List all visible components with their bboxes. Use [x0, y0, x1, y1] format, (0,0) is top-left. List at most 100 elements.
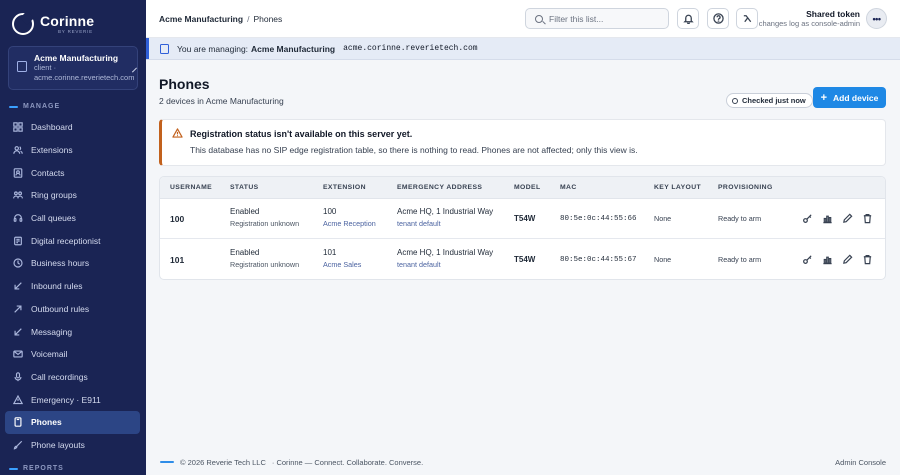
sidebar-item-messaging[interactable]: Messaging — [5, 320, 140, 343]
filter-input[interactable] — [549, 13, 659, 24]
pencil-icon — [843, 254, 853, 264]
filter-box[interactable] — [525, 8, 669, 29]
cell-extension: 101 Acme Sales — [323, 247, 361, 271]
brand[interactable]: Corinne BY REVERIE — [12, 13, 94, 35]
breadcrumb-parent[interactable]: Acme Manufacturing — [159, 14, 243, 24]
edit-button[interactable] — [842, 213, 853, 226]
banner-prefix: You are managing: — [177, 43, 249, 54]
sidebar-item-ring-groups[interactable]: Ring groups — [5, 184, 140, 207]
footer: © 2026 Reverie Tech LLC · Corinne — Conn… — [146, 449, 900, 475]
stats-button[interactable] — [822, 254, 833, 267]
phone-device-icon — [13, 417, 23, 428]
lambda-icon — [743, 15, 751, 23]
add-device-label: Add device — [833, 92, 879, 103]
row-actions — [802, 254, 873, 267]
notifications-button[interactable] — [677, 8, 699, 29]
extension-name[interactable]: Acme Sales — [323, 259, 361, 271]
sidebar-item-contacts[interactable]: Contacts — [5, 161, 140, 184]
sidebar-item-extensions[interactable]: Extensions — [5, 139, 140, 162]
column-header[interactable]: USERNAME — [170, 184, 212, 191]
sidebar-item-call-recordings[interactable]: Call recordings — [5, 366, 140, 389]
delete-button[interactable] — [862, 254, 873, 267]
key-icon — [803, 254, 812, 264]
brand-name: Corinne — [40, 12, 95, 29]
status-sub: Registration unknown — [230, 259, 300, 269]
help-button[interactable] — [707, 8, 729, 29]
row-actions — [802, 213, 873, 226]
sidebar-item-phone-layouts[interactable]: Phone layouts — [5, 434, 140, 457]
clock-icon — [13, 258, 23, 269]
chart-bars-icon — [823, 215, 832, 224]
sidebar-item-label: Extensions — [31, 145, 73, 156]
column-header[interactable]: EMERGENCY ADDRESS — [397, 184, 482, 191]
cell-username[interactable]: 100 — [170, 213, 184, 225]
sidebar-item-business-hours[interactable]: Business hours — [5, 252, 140, 275]
microphone-icon — [13, 372, 23, 382]
ellipsis-icon: ••• — [872, 13, 881, 24]
section-label-reports: REPORTS — [9, 465, 64, 472]
sidebar-item-dashboard[interactable]: Dashboard — [5, 116, 140, 139]
address-text: Acme HQ, 1 Industrial Way — [397, 247, 494, 257]
sidebar-item-label: Contacts — [31, 167, 65, 178]
sidebar-item-emergency-e911[interactable]: Emergency · E911 — [5, 388, 140, 411]
column-header[interactable]: PROVISIONING — [718, 184, 773, 191]
cell-emergency-address: Acme HQ, 1 Industrial Way tenant default — [397, 206, 493, 230]
sidebar-item-call-queues[interactable]: Call queues — [5, 207, 140, 230]
tenant-switcher[interactable]: Acme Manufacturing client · acme.corinne… — [8, 46, 138, 90]
extension-number: 100 — [323, 207, 337, 216]
address-sub: tenant default — [397, 259, 441, 269]
checked-status-pill[interactable]: Checked just now — [726, 93, 813, 108]
checked-status-text: Checked just now — [742, 96, 806, 105]
brush-icon — [13, 440, 23, 450]
alert-title: Registration status isn't available on t… — [190, 129, 413, 139]
sidebar-item-label: Voicemail — [31, 349, 68, 360]
cell-provisioning: Ready to arm — [718, 214, 762, 223]
sidebar-nav: Dashboard Extensions Contacts Ring groups Ca… — [5, 116, 140, 456]
theme-toggle-button[interactable] — [736, 8, 758, 29]
table-row[interactable]: 100 Enabled Registration unknown 100 Acme Re… — [160, 199, 885, 239]
sidebar-item-phones[interactable]: Phones — [5, 410, 140, 434]
stats-button[interactable] — [822, 213, 833, 226]
users-icon — [13, 145, 23, 155]
breadcrumb-current: Phones — [253, 14, 283, 24]
registration-alert: Registration status isn't available on t… — [159, 119, 886, 166]
sidebar-item-outbound-rules[interactable]: Outbound rules — [5, 298, 140, 321]
key-icon — [803, 214, 812, 223]
edit-button[interactable] — [842, 254, 853, 267]
provision-key-button[interactable] — [802, 254, 813, 267]
sidebar-item-label: Call queues — [31, 213, 76, 224]
extension-number: 101 — [323, 247, 337, 257]
footer-tagline: · Corinne — Connect. Collaborate. Conver… — [271, 457, 424, 467]
sidebar-item-label: Phone layouts — [31, 439, 85, 450]
sidebar-item-voicemail[interactable]: Voicemail — [5, 343, 140, 366]
delete-button[interactable] — [862, 213, 873, 226]
token-title: Shared token — [806, 9, 860, 19]
extension-name[interactable]: Acme Reception — [323, 218, 376, 230]
sidebar-item-inbound-rules[interactable]: Inbound rules — [5, 275, 140, 298]
sidebar-item-label: Outbound rules — [31, 303, 90, 314]
shared-token: Shared token changes log as console-admi… — [759, 9, 860, 29]
pencil-icon — [843, 213, 853, 223]
breadcrumb-separator: / — [247, 14, 250, 24]
column-header[interactable]: MAC — [560, 184, 577, 191]
provision-key-button[interactable] — [802, 213, 813, 226]
more-options-button[interactable]: ••• — [866, 8, 887, 29]
table-row[interactable]: 101 Enabled Registration unknown 101 Acme Sa… — [160, 240, 885, 279]
mail-icon — [13, 349, 23, 359]
cell-mac: 80:5e:0c:44:55:66 — [560, 215, 637, 223]
trash-icon — [863, 214, 872, 224]
cell-username[interactable]: 101 — [170, 254, 184, 266]
column-header[interactable]: MODEL — [514, 184, 541, 191]
cell-key-layout: None — [654, 214, 672, 223]
status-text: Enabled — [230, 207, 260, 216]
page-subtitle: 2 devices in Acme Manufacturing — [159, 96, 284, 106]
status-sub: Registration unknown — [230, 219, 300, 228]
add-device-button[interactable]: + Add device — [813, 87, 886, 108]
column-header[interactable]: STATUS — [230, 184, 259, 191]
sidebar-item-label: Dashboard — [31, 122, 73, 133]
cell-model: T54W — [514, 214, 536, 223]
sidebar-item-digital-receptionist[interactable]: Digital receptionist — [5, 229, 140, 252]
column-header[interactable]: EXTENSION — [323, 184, 366, 191]
token-subtitle: changes log as console-admin — [758, 19, 860, 28]
column-header[interactable]: KEY LAYOUT — [654, 184, 701, 191]
